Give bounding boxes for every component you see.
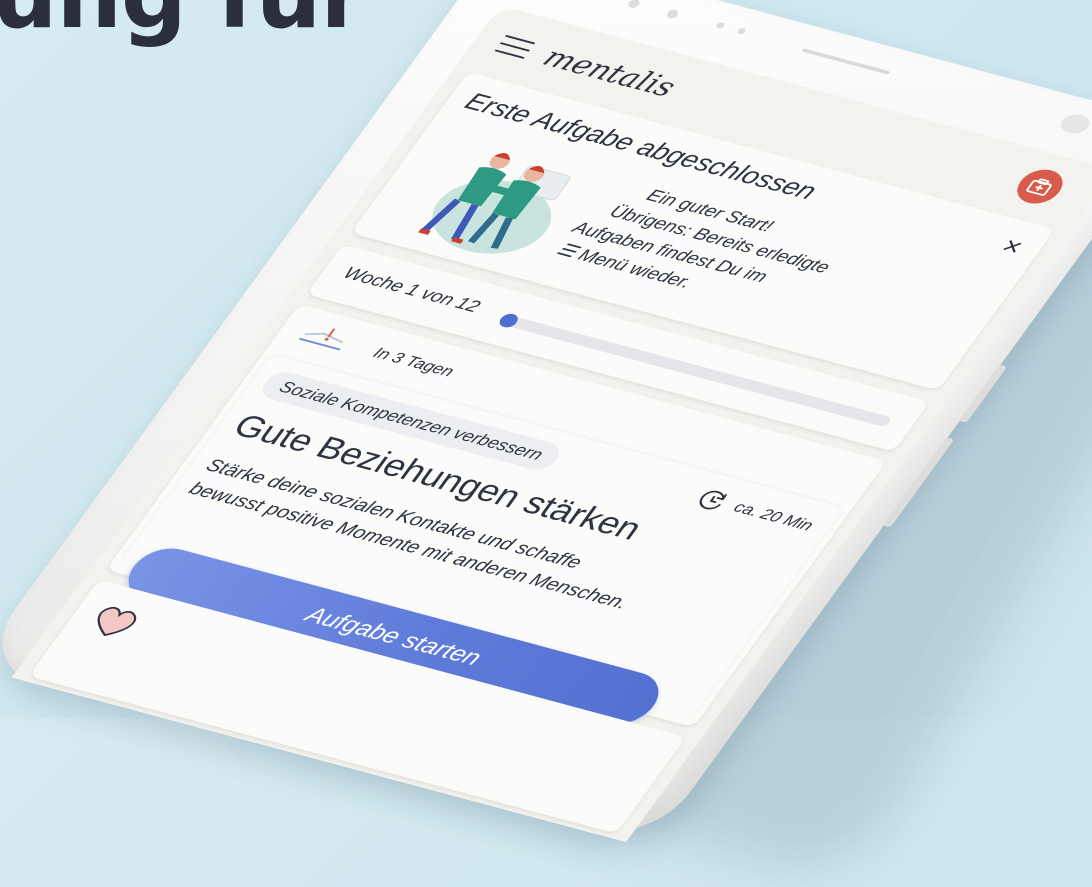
task-duration: ca. 20 Min bbox=[691, 486, 819, 537]
calendar-icon bbox=[298, 328, 344, 351]
camera-dot bbox=[664, 8, 681, 20]
front-camera bbox=[1056, 111, 1092, 137]
first-aid-kit-icon[interactable] bbox=[1008, 165, 1071, 208]
speaker-grill bbox=[801, 48, 891, 75]
page-headline: ung für bbox=[0, 0, 366, 49]
task-duration-label: ca. 20 Min bbox=[730, 498, 818, 535]
menu-icon[interactable] bbox=[494, 34, 536, 59]
sensor-dot bbox=[736, 27, 747, 35]
sensor-dot bbox=[626, 0, 642, 10]
sensor-dot bbox=[714, 21, 726, 30]
week-progress-indicator bbox=[496, 312, 522, 330]
heart-icon bbox=[97, 606, 137, 637]
close-icon[interactable]: × bbox=[995, 232, 1030, 262]
clock-icon bbox=[699, 490, 727, 510]
task-due-label: In 3 Tagen bbox=[369, 344, 458, 381]
week-progress-label: Woche 1 von 12 bbox=[339, 263, 484, 317]
app-title: mentalis bbox=[536, 41, 683, 104]
